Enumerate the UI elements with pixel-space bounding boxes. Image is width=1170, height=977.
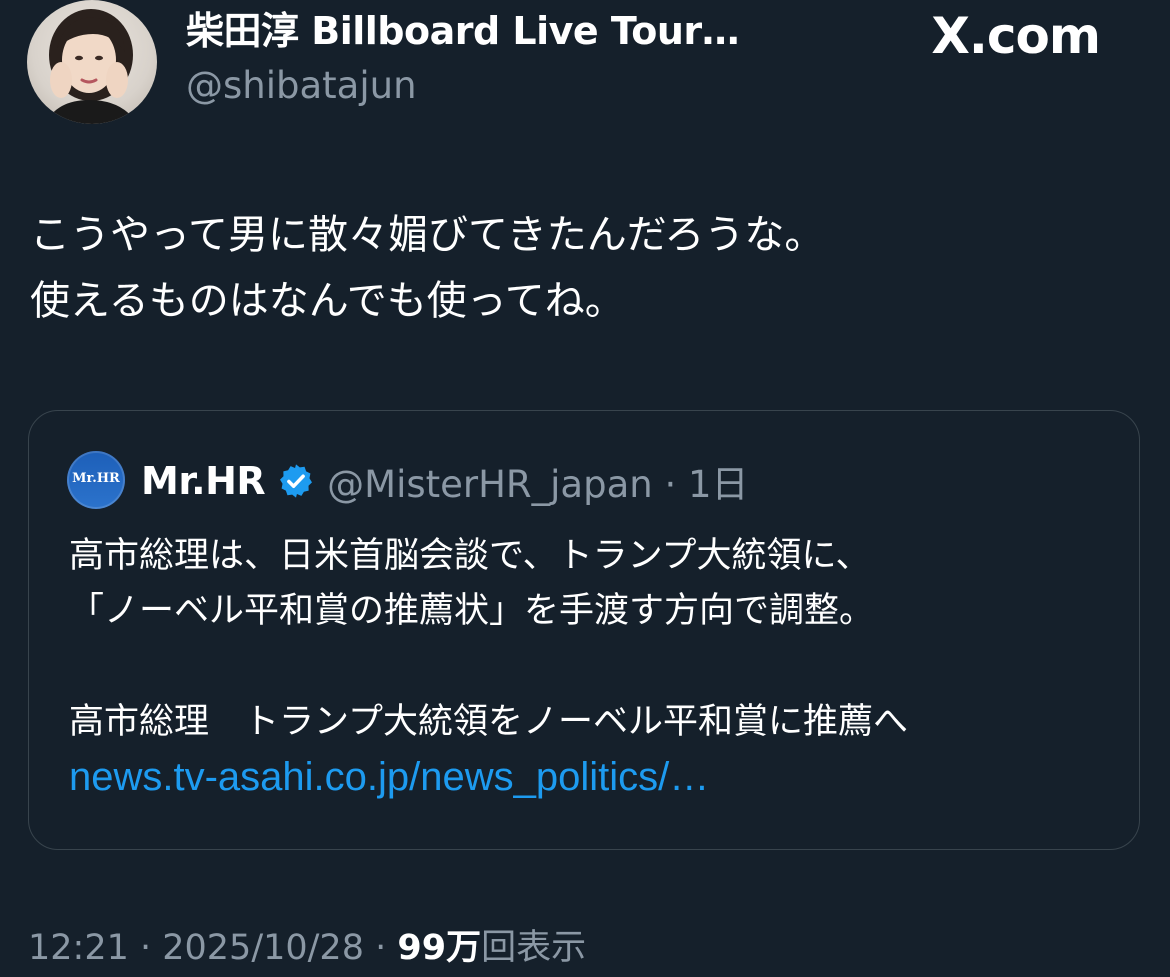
author-display-name[interactable]: 柴田淳 Billboard Live Tour… <box>186 8 740 54</box>
quoted-author-name[interactable]: Mr.HR <box>141 459 266 503</box>
author-handle[interactable]: @shibatajun <box>186 64 417 108</box>
verified-badge-icon <box>277 462 315 500</box>
views-label: 回表示 <box>481 928 587 968</box>
tweet-text-line: こうやって男に散々媚びてきたんだろうな。 <box>30 212 825 258</box>
quoted-text-line: 「ノーベル平和賞の推薦状」を手渡す方向で調整。 <box>69 591 875 631</box>
x-logo: X.com <box>931 7 1101 65</box>
post-timestamp[interactable]: 12:21 · 2025/10/28 · <box>28 928 397 968</box>
quoted-avatar-logo-text: Mr.HR <box>72 471 120 486</box>
quoted-headline: 高市総理 トランプ大統領をノーベル平和賞に推薦へ <box>69 702 908 742</box>
quoted-post-card[interactable]: Mr.HR Mr.HR @MisterHR_japan · 1日 高市総理は、日… <box>28 410 1140 850</box>
views-count: 99万 <box>397 928 482 968</box>
tweet-text-line: 使えるものはなんでも使ってね。 <box>30 278 625 324</box>
quoted-post-text: 高市総理は、日米首脳会談で、トランプ大統領に、 「ノーベル平和賞の推薦状」を手渡… <box>69 529 908 805</box>
quoted-text-line: 高市総理は、日米首脳会談で、トランプ大統領に、 <box>69 536 871 576</box>
tweet-detail: 柴田淳 Billboard Live Tour… @shibatajun X.c… <box>0 0 1170 977</box>
post-metadata: 12:21 · 2025/10/28 · 99万回表示 <box>28 920 586 976</box>
quoted-article-link[interactable]: news.tv-asahi.co.jp/news_politics/… <box>69 750 908 805</box>
tweet-text: こうやって男に散々媚びてきたんだろうな。 使えるものはなんでも使ってね。 <box>30 202 824 334</box>
quoted-post-header: Mr.HR @MisterHR_japan · 1日 <box>141 455 749 507</box>
quoted-author-avatar[interactable]: Mr.HR <box>67 451 125 509</box>
quoted-author-handle-time: @MisterHR_japan · 1日 <box>327 463 749 506</box>
author-avatar[interactable] <box>27 0 157 124</box>
